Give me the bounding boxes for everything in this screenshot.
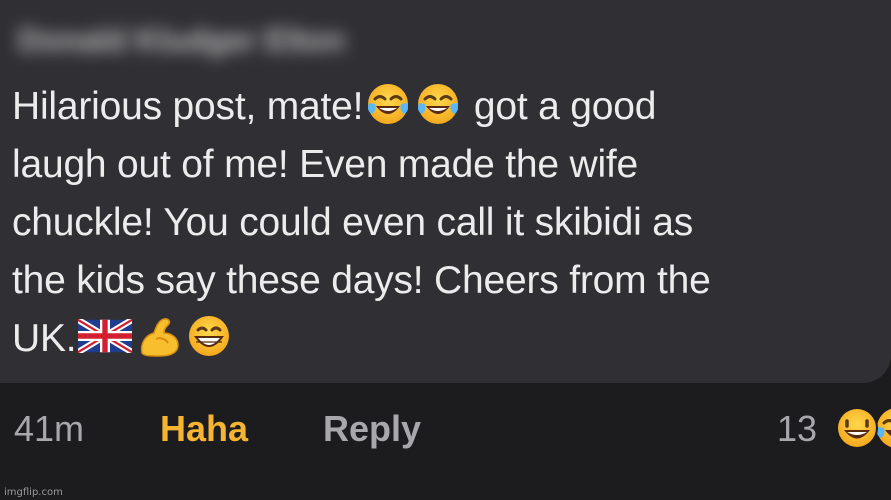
tears-of-joy-icon	[415, 81, 461, 127]
comment-line-4: the kids say these days! Cheers from the	[12, 259, 711, 302]
flexed-biceps-icon	[136, 313, 182, 359]
comment-line-2: laugh out of me! Even made the wife	[12, 143, 639, 186]
author-name-blurred[interactable]: Donald Kludger Elton	[18, 22, 433, 60]
grinning-face-icon	[186, 313, 232, 359]
grinning-face-icon	[834, 405, 880, 451]
comment-bubble: Donald Kludger Elton Hilarious post, mat…	[0, 0, 891, 383]
comment-timestamp: 41m	[14, 408, 85, 449]
comment-footer: 41m Haha Reply 13	[0, 383, 891, 500]
reaction-summary[interactable]	[830, 405, 891, 455]
comment-text-segment: got a good	[463, 85, 657, 128]
comment-text-segment: Hilarious post, mate!	[12, 85, 364, 128]
haha-reaction-button[interactable]: Haha	[160, 408, 248, 450]
comment-line-1: Hilarious post, mate! got a good	[12, 78, 882, 136]
reaction-count[interactable]: 13	[777, 408, 817, 450]
uk-flag-icon	[78, 319, 133, 353]
comment-text-segment: UK.	[12, 317, 77, 360]
tears-of-joy-icon	[365, 81, 411, 127]
comment-line-5: UK.	[12, 310, 882, 368]
comment-line-3: chuckle! You could even call it skibidi …	[12, 201, 694, 244]
comment-text: Hilarious post, mate! got a good laugh o…	[12, 78, 882, 368]
imgflip-watermark: imgflip.com	[4, 487, 63, 498]
reply-button[interactable]: Reply	[323, 408, 421, 450]
